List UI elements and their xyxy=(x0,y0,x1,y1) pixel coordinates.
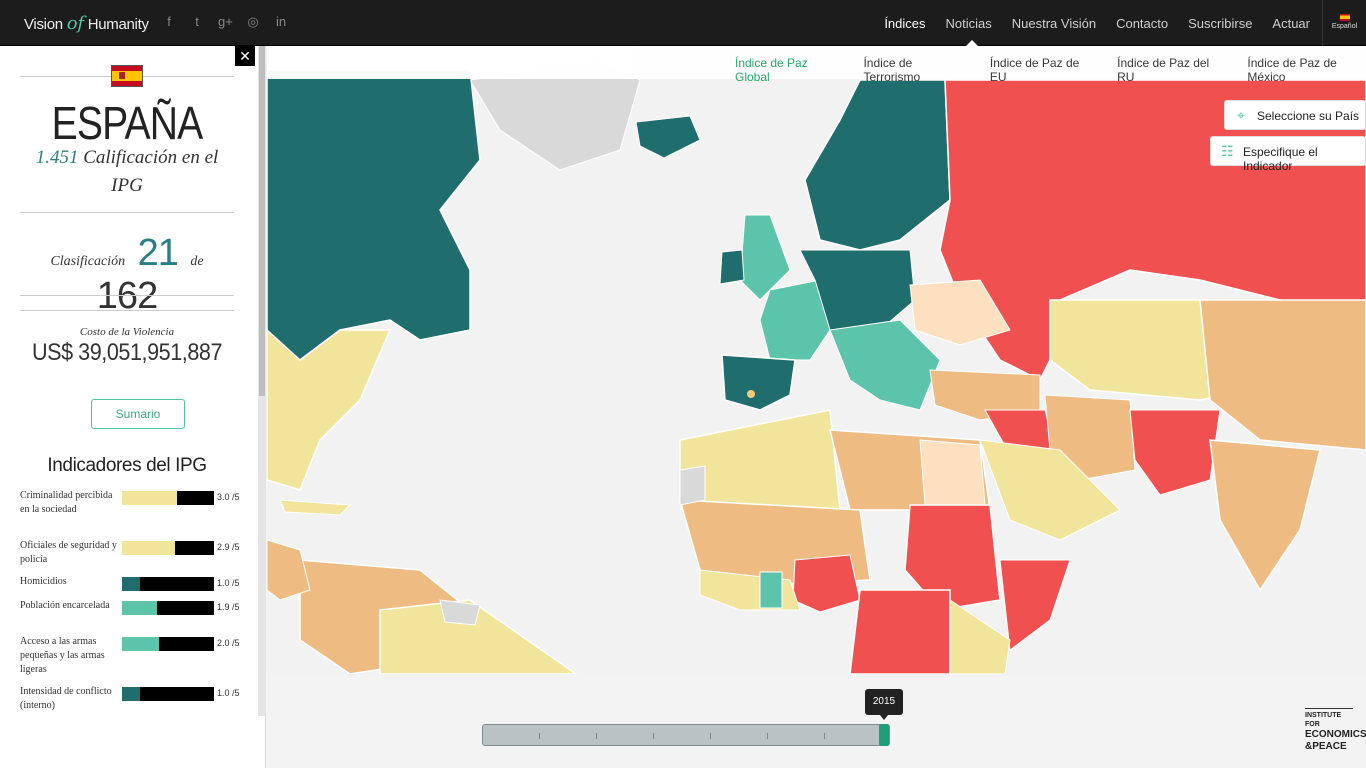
nav-nuestra-vision[interactable]: Nuestra Visión xyxy=(1012,16,1096,31)
indicator-bar xyxy=(122,637,214,651)
western-sahara xyxy=(679,465,706,506)
ghana xyxy=(759,571,783,609)
afghanistan-pakistan xyxy=(1129,409,1221,496)
social-links: f t g+ ◎ in xyxy=(162,14,288,30)
spain-flag-icon xyxy=(111,65,143,87)
divider xyxy=(20,212,234,213)
iceland xyxy=(635,115,701,159)
indicator-bar xyxy=(122,541,214,555)
timeline-handle[interactable] xyxy=(879,724,889,746)
indicator-bar xyxy=(122,601,214,615)
location-pin-icon: ⌖ xyxy=(1237,107,1245,123)
select-country-button[interactable]: ⌖ Seleccione su País xyxy=(1224,100,1366,130)
tab-us-peace-index[interactable]: Índice de Paz de EU xyxy=(990,56,1089,84)
instagram-icon[interactable]: ◎ xyxy=(246,14,260,30)
year-tooltip: 2015 xyxy=(865,689,903,720)
ireland xyxy=(719,249,745,285)
china xyxy=(1199,299,1366,451)
egypt xyxy=(919,439,986,506)
world-peace-map[interactable] xyxy=(267,46,1366,674)
close-panel-button[interactable]: ✕ xyxy=(235,46,255,66)
nigeria xyxy=(792,554,861,613)
nav-noticias[interactable]: Noticias xyxy=(946,16,992,31)
spain-flag-icon xyxy=(1339,14,1350,21)
east-africa xyxy=(949,599,1011,674)
twitter-icon[interactable]: t xyxy=(190,14,204,30)
vision-of-humanity-logo[interactable]: Vision of Humanity xyxy=(24,13,149,34)
spain-portugal xyxy=(721,354,796,411)
nav-indices[interactable]: Índices xyxy=(884,16,925,31)
indicator-bar xyxy=(122,687,214,701)
indicator-bar-fill xyxy=(122,541,176,555)
indicator-bar xyxy=(122,491,214,505)
sliders-icon: ☷ xyxy=(1221,143,1234,159)
italy-balkans xyxy=(829,319,941,411)
central-america xyxy=(267,539,311,601)
canada xyxy=(267,69,481,371)
indicator-bar xyxy=(122,577,214,591)
indicators-title: Indicadores del IPG xyxy=(47,455,207,476)
gpi-score: 1.451 Calificación en el IPG xyxy=(35,147,219,196)
violence-cost-value: US$ 39,051,951,887 xyxy=(31,339,223,366)
tab-mexico-peace-index[interactable]: Índice de Paz de México xyxy=(1247,56,1366,84)
indicator-bar-fill xyxy=(122,601,157,615)
indicator-bar-fill xyxy=(122,637,159,651)
tab-uk-peace-index[interactable]: Índice de Paz del RU xyxy=(1117,56,1219,84)
year-timeline-slider[interactable] xyxy=(482,724,890,746)
specify-indicator-button[interactable]: ☷ Especifique el Indicador xyxy=(1210,136,1366,173)
map-svg xyxy=(267,59,1366,674)
tab-global-peace-index[interactable]: Índice de Paz Global xyxy=(735,56,835,84)
tab-terrorism-index[interactable]: Índice de Terrorismo xyxy=(863,56,961,84)
linkedin-icon[interactable]: in xyxy=(274,14,288,30)
nav-suscribirse[interactable]: Suscribirse xyxy=(1188,16,1252,31)
nav-actuar[interactable]: Actuar xyxy=(1272,16,1310,31)
spain-marker[interactable] xyxy=(747,390,755,398)
divider xyxy=(20,310,234,311)
violence-cost-label: Costo de la Violencia xyxy=(79,326,175,338)
scandinavia xyxy=(804,79,951,251)
summary-button[interactable]: Sumario xyxy=(91,399,185,429)
index-subnav: Índice de Paz Global Índice de Terrorism… xyxy=(267,46,1366,84)
india xyxy=(1209,439,1321,592)
indicator-bar-fill xyxy=(122,491,178,505)
indicator-bar-fill xyxy=(122,687,141,701)
horn-of-africa xyxy=(999,559,1071,651)
iep-logo[interactable]: INSTITUTE FOR ECONOMICS &PEACE xyxy=(1305,708,1366,753)
cuba xyxy=(279,499,352,516)
usa xyxy=(267,328,392,491)
central-africa xyxy=(849,589,951,674)
language-selector[interactable]: Español xyxy=(1322,0,1366,46)
country-detail-panel: ✕ ESPAÑA 1.451 Calificación en el IPG Cl… xyxy=(0,46,266,768)
top-navigation-bar: Vision of Humanity f t g+ ◎ in Índices Not… xyxy=(0,0,1366,46)
panel-scrollbar-thumb[interactable] xyxy=(259,46,265,396)
google-plus-icon[interactable]: g+ xyxy=(218,14,233,30)
nav-contacto[interactable]: Contacto xyxy=(1116,16,1168,31)
indicator-bar-fill xyxy=(122,577,141,591)
bottom-area xyxy=(267,674,1366,768)
divider xyxy=(20,295,234,296)
facebook-icon[interactable]: f xyxy=(162,14,176,30)
main-nav: Índices Noticias Nuestra Visión Contacto… xyxy=(884,16,1310,31)
guyana-region xyxy=(439,599,481,626)
country-name: ESPAÑA xyxy=(51,97,203,149)
ranking: Clasificación 21 de 162 xyxy=(50,232,204,317)
